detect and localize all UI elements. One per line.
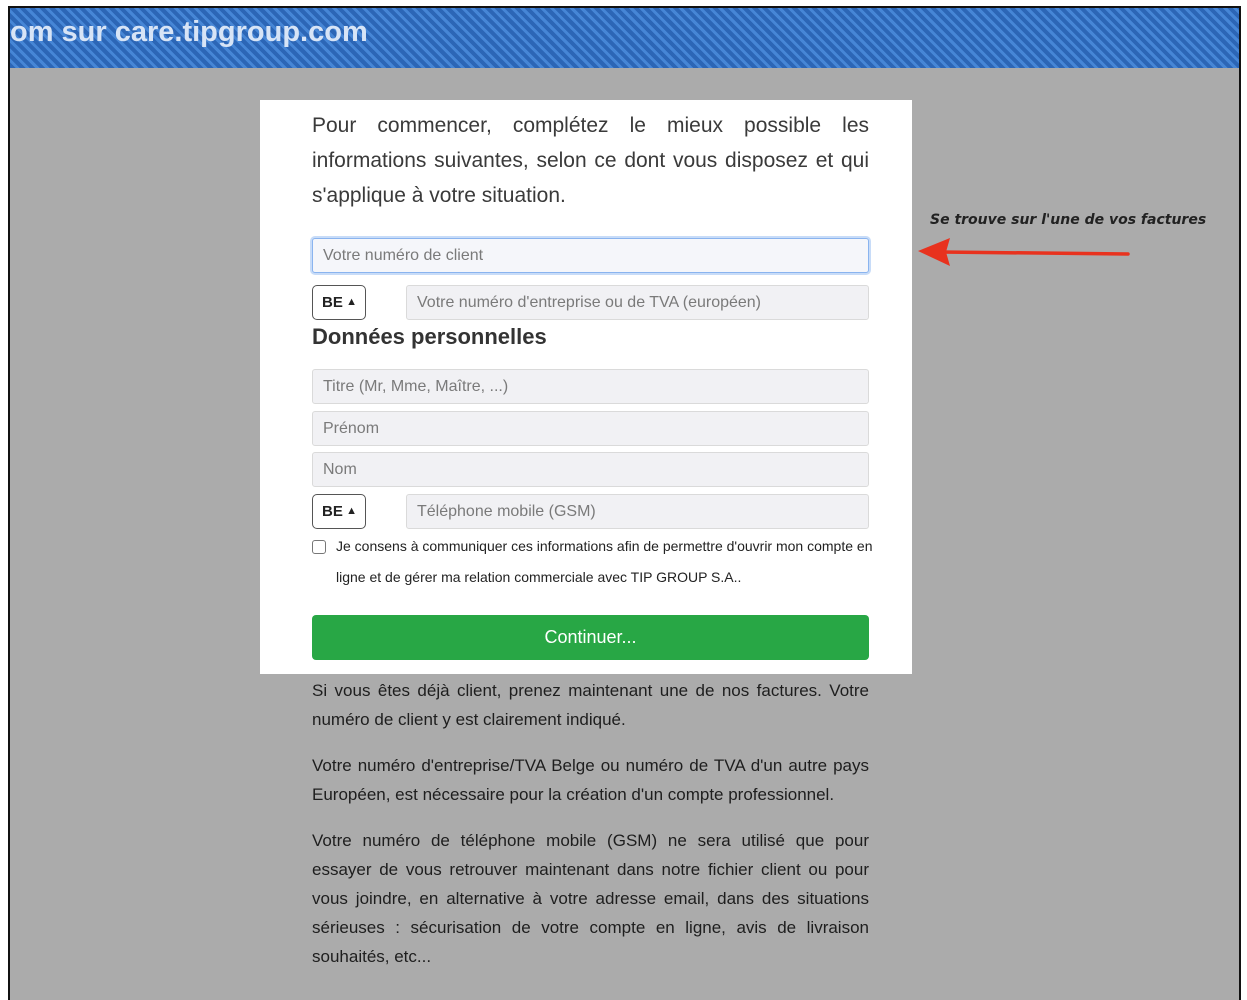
annotation-text: Se trouve sur l'une de vos factures <box>930 212 1207 228</box>
banner-title: om sur care.tipgroup.com <box>10 16 368 48</box>
continue-button[interactable]: Continuer... <box>312 615 869 660</box>
firstname-input[interactable] <box>312 411 869 446</box>
page-frame: om sur care.tipgroup.com Pour commencer,… <box>8 6 1241 1000</box>
vat-country-value: BE <box>322 294 343 311</box>
consent-label: Je consens à communiquer ces information… <box>336 538 873 585</box>
intro-text: Pour commencer, complétez le mieux possi… <box>312 114 869 207</box>
phone-country-select[interactable]: BE ▲ <box>312 494 366 529</box>
info-paragraph-mobile: Votre numéro de téléphone mobile (GSM) n… <box>312 831 869 966</box>
info-paragraph-client-number: Si vous êtes déjà client, prenez mainten… <box>312 681 869 729</box>
vat-number-input[interactable] <box>406 285 869 320</box>
header-banner: om sur care.tipgroup.com <box>10 8 1239 68</box>
select-arrows-icon: ▲ <box>346 505 357 517</box>
signup-form-card: Pour commencer, complétez le mieux possi… <box>260 100 912 674</box>
lastname-input[interactable] <box>312 452 869 487</box>
phone-country-value: BE <box>322 503 343 520</box>
form-body: Pour commencer, complétez le mieux possi… <box>312 100 872 660</box>
consent-checkbox[interactable] <box>312 540 326 554</box>
info-paragraph-vat: Votre numéro d'entreprise/TVA Belge ou n… <box>312 756 869 804</box>
select-arrows-icon: ▲ <box>346 296 357 308</box>
annotation-arrow-icon <box>918 238 1130 266</box>
title-input[interactable] <box>312 369 869 404</box>
client-number-input[interactable] <box>312 238 869 273</box>
vat-country-select[interactable]: BE ▲ <box>312 285 366 320</box>
info-text-section: Si vous êtes déjà client, prenez mainten… <box>312 676 869 988</box>
section-title-personal-data: Données personnelles <box>312 324 547 349</box>
mobile-phone-input[interactable] <box>406 494 869 529</box>
